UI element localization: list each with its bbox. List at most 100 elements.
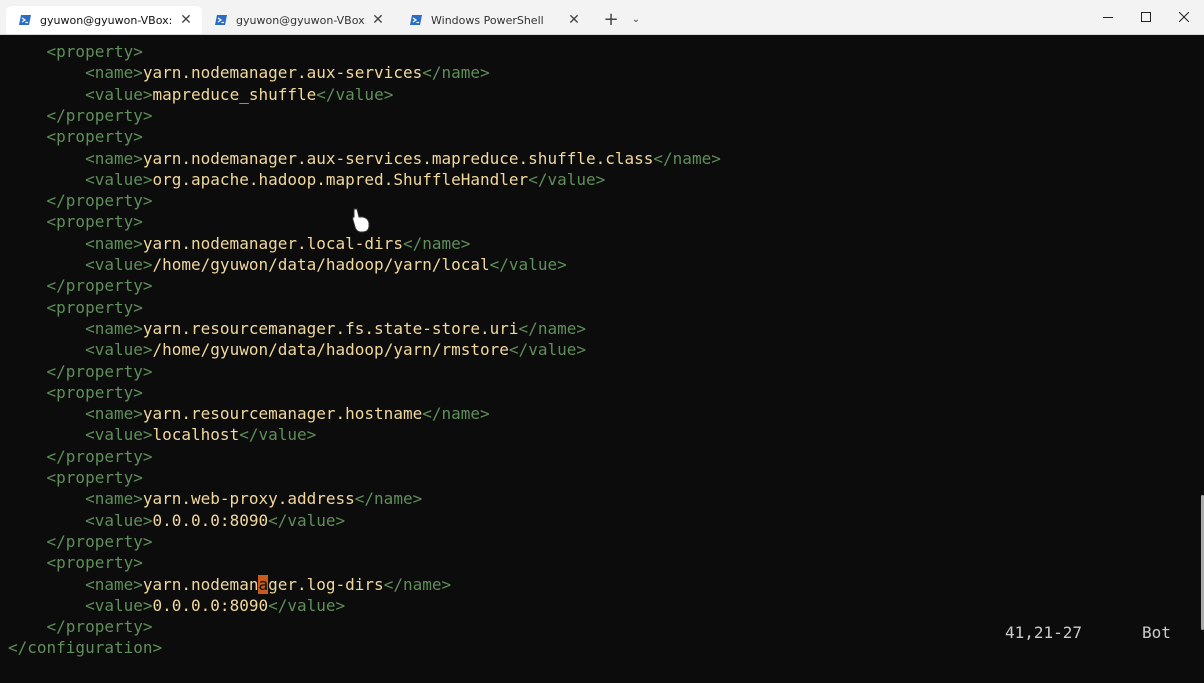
xml-close-tag: </name> (383, 574, 452, 594)
xml-open-tag: <property> (46, 212, 143, 232)
xml-open-tag: <property> (46, 297, 143, 317)
minimize-button[interactable] (1089, 0, 1127, 34)
xml-text: 0.0.0.0:8090 (152, 510, 269, 530)
editor-line: <property> (8, 552, 143, 573)
editor-line: <property> (8, 297, 143, 318)
xml-open-tag: <property> (46, 553, 143, 573)
xml-open-tag: </property> (46, 105, 153, 125)
xml-open-tag: </property> (46, 531, 153, 551)
xml-close-tag: </value> (508, 340, 586, 360)
xml-close-tag: </name> (402, 233, 471, 253)
xml-open-tag: </property> (46, 617, 153, 637)
xml-close-tag: </name> (653, 148, 721, 168)
tab-close-icon[interactable]: ✕ (178, 12, 194, 28)
xml-close-tag: </name> (518, 318, 586, 338)
editor-line: <value>/home/gyuwon/data/hadoop/yarn/rms… (8, 339, 586, 360)
close-icon (1179, 12, 1189, 22)
xml-open-tag: <name> (85, 489, 143, 509)
editor-line: <name>yarn.nodemanager.local-dirs</name> (8, 233, 470, 254)
powershell-icon (410, 15, 422, 25)
vim-cursor-position: 41,21-27 (1005, 623, 1083, 642)
tab-powershell[interactable]: Windows PowerShell ✕ (397, 6, 590, 34)
xml-text: org.apache.hadoop.mapred.ShuffleHandler (152, 169, 529, 189)
xml-open-tag: </property> (46, 191, 153, 211)
xml-open-tag: <name> (85, 63, 143, 83)
editor-line: <value>localhost</value> (8, 424, 316, 445)
xml-text: yarn.nodemanager.log-dirs (142, 574, 384, 594)
xml-open-tag: <value> (85, 255, 153, 274)
xml-text: yarn.resourcemanager.fs.state-store.uri (142, 318, 519, 338)
editor-line: <value>0.0.0.0:8090</value> (8, 595, 345, 616)
editor-line: <property> (8, 467, 143, 488)
editor-line: <name>yarn.resourcemanager.fs.state-stor… (8, 318, 586, 339)
text-cursor: a (258, 574, 269, 594)
xml-open-tag: <name> (85, 404, 143, 424)
xml-open-tag: </property> (46, 276, 153, 296)
xml-close-tag: </value> (239, 425, 317, 445)
editor-line: <value>mapreduce_shuffle</value> (8, 84, 393, 105)
xml-open-tag: <name> (85, 318, 143, 338)
maximize-icon (1141, 12, 1151, 22)
powershell-icon (215, 15, 227, 25)
editor-line: </property> (8, 361, 153, 382)
title-bar: gyuwon@gyuwon-VBox: ~/h ✕ gyuwon@gyuwon-… (0, 0, 1204, 35)
xml-text: /home/gyuwon/data/hadoop/yarn/local (152, 255, 490, 274)
editor-line: </property> (8, 275, 153, 296)
tab-close-icon[interactable]: ✕ (566, 12, 582, 28)
maximize-button[interactable] (1127, 0, 1165, 34)
editor-line: <property> (8, 211, 143, 232)
editor-line: <name>yarn.web-proxy.address</name> (8, 488, 422, 509)
editor-line: <value>org.apache.hadoop.mapred.ShuffleH… (8, 169, 605, 190)
editor-line: <name>yarn.nodemanager.aux-services</nam… (8, 62, 490, 83)
editor-line: <property> (8, 41, 143, 62)
xml-close-tag: </name> (422, 63, 490, 83)
editor-line: <value>0.0.0.0:8090</value> (8, 510, 345, 531)
xml-open-tag: <name> (85, 148, 143, 168)
editor-line: </property> (8, 446, 153, 467)
xml-text: localhost (152, 425, 240, 445)
editor-line: <property> (8, 126, 143, 147)
tab-label: gyuwon@gyuwon-VBox: ~/h (40, 13, 174, 27)
editor-line: </property> (8, 105, 153, 126)
xml-close-tag: </value> (528, 169, 606, 189)
xml-text: 0.0.0.0:8090 (152, 595, 269, 615)
tab-label: gyuwon@gyuwon-VBox: ~/da (236, 13, 366, 27)
xml-open-tag: <value> (85, 595, 153, 615)
xml-text: yarn.nodemanager.local-dirs (142, 233, 403, 253)
tab-dropdown-button[interactable]: ⌄ (625, 9, 647, 31)
tab-terminal-1[interactable]: gyuwon@gyuwon-VBox: ~/h ✕ (6, 6, 202, 34)
tab-close-icon[interactable]: ✕ (370, 12, 386, 28)
terminal-viewport[interactable]: <property> <name>yarn.nodemanager.aux-se… (0, 35, 1204, 683)
close-window-button[interactable] (1165, 0, 1203, 34)
editor-line: </property> (8, 531, 153, 552)
xml-open-tag: </property> (46, 361, 153, 381)
xml-open-tag: <value> (85, 169, 153, 189)
xml-open-tag: </property> (46, 446, 153, 466)
tab-terminal-2[interactable]: gyuwon@gyuwon-VBox: ~/da ✕ (202, 6, 394, 34)
tab-label: Windows PowerShell (431, 13, 544, 27)
xml-text: yarn.nodemanager.aux-services.mapreduce.… (142, 148, 654, 168)
xml-open-tag: <value> (85, 510, 153, 530)
minimize-icon (1103, 17, 1113, 18)
vim-scroll-indicator: Bot (1142, 623, 1171, 642)
xml-open-tag: </configuration> (8, 638, 163, 658)
editor-line: </property> (8, 616, 153, 637)
xml-close-tag: </value> (489, 255, 567, 274)
new-tab-button[interactable]: + (600, 9, 622, 31)
xml-open-tag: <value> (85, 425, 153, 445)
xml-open-tag: <value> (85, 84, 153, 104)
xml-close-tag: </value> (268, 510, 346, 530)
xml-text: yarn.nodemanager.aux-services (142, 63, 423, 83)
xml-open-tag: <property> (46, 382, 143, 402)
xml-open-tag: <property> (46, 468, 143, 487)
editor-line: </configuration> (8, 637, 162, 658)
xml-open-tag: <name> (85, 233, 143, 253)
xml-close-tag: </value> (268, 595, 346, 615)
editor-line: </property> (8, 190, 153, 211)
xml-close-tag: </value> (316, 84, 394, 104)
xml-close-tag: </name> (422, 404, 490, 424)
xml-open-tag: <property> (46, 127, 143, 147)
hand-pointer-icon (352, 208, 370, 233)
xml-text: mapreduce_shuffle (152, 84, 317, 104)
xml-close-tag: </name> (354, 489, 423, 509)
